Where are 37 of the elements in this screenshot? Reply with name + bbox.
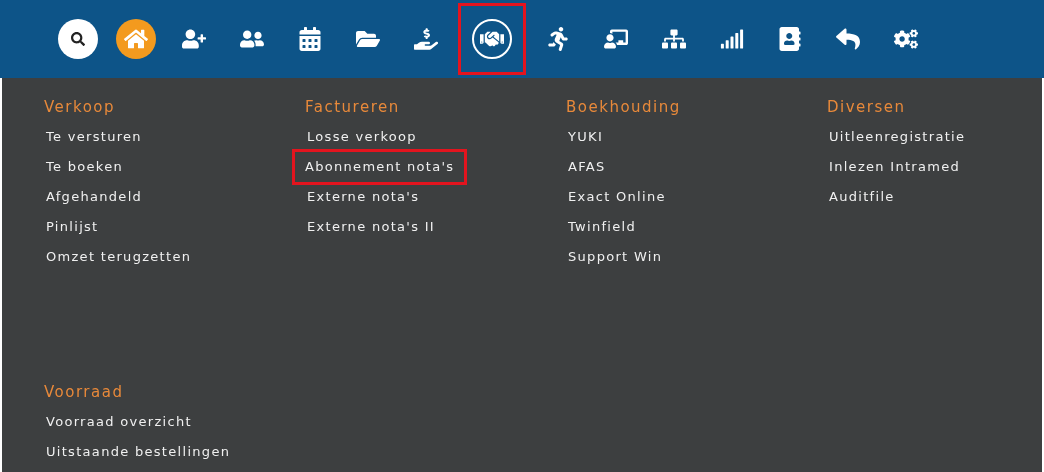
menu-link[interactable]: Exact Online [566,182,666,212]
reply-icon [836,27,860,51]
menu-link[interactable]: YUKI [566,122,603,152]
menu-link[interactable]: Abonnement nota's [295,152,465,182]
menu-link[interactable]: Voorraad overzicht [44,407,192,437]
user-add-icon [182,27,206,51]
menu-link[interactable]: Losse verkoop [305,122,417,152]
calendar-icon [298,27,322,51]
menu-link[interactable]: Omzet terugzetten [44,242,192,272]
menu-link[interactable]: Te versturen [44,122,142,152]
settings-icon [894,27,918,51]
search-icon [71,32,85,46]
person-desk-icon [604,27,628,51]
menu-link[interactable]: Externe nota's II [305,212,435,242]
home-icon [124,27,148,51]
menu-link[interactable]: Afgehandeld [44,182,143,212]
section-heading: Factureren [305,97,401,118]
org-chart-icon [662,27,686,51]
section-heading: Diversen [827,97,907,118]
bar-chart-icon [720,27,744,51]
menu-link[interactable]: Pinlijst [44,212,99,242]
menu-link[interactable]: Inlezen Intramed [827,152,961,182]
menu-link[interactable]: AFAS [566,152,606,182]
menu-link[interactable]: Auditfile [827,182,895,212]
contact-book-icon [778,27,802,51]
section-heading: Boekhouding [566,97,682,118]
menu-link[interactable]: Uitstaande bestellingen [44,437,231,467]
section-heading: Voorraad [44,382,125,403]
menu-link[interactable]: Externe nota's [305,182,420,212]
handshake-button[interactable] [461,6,523,72]
menu-link[interactable]: Uitleenregistratie [827,122,966,152]
menu-link[interactable]: Twinfield [566,212,637,242]
money-hand-icon [414,27,438,51]
menu-link[interactable]: Support Win [566,242,663,272]
person-icon [546,27,570,51]
menu-link[interactable]: Te boeken [44,152,124,182]
section-heading: Verkoop [44,97,117,118]
